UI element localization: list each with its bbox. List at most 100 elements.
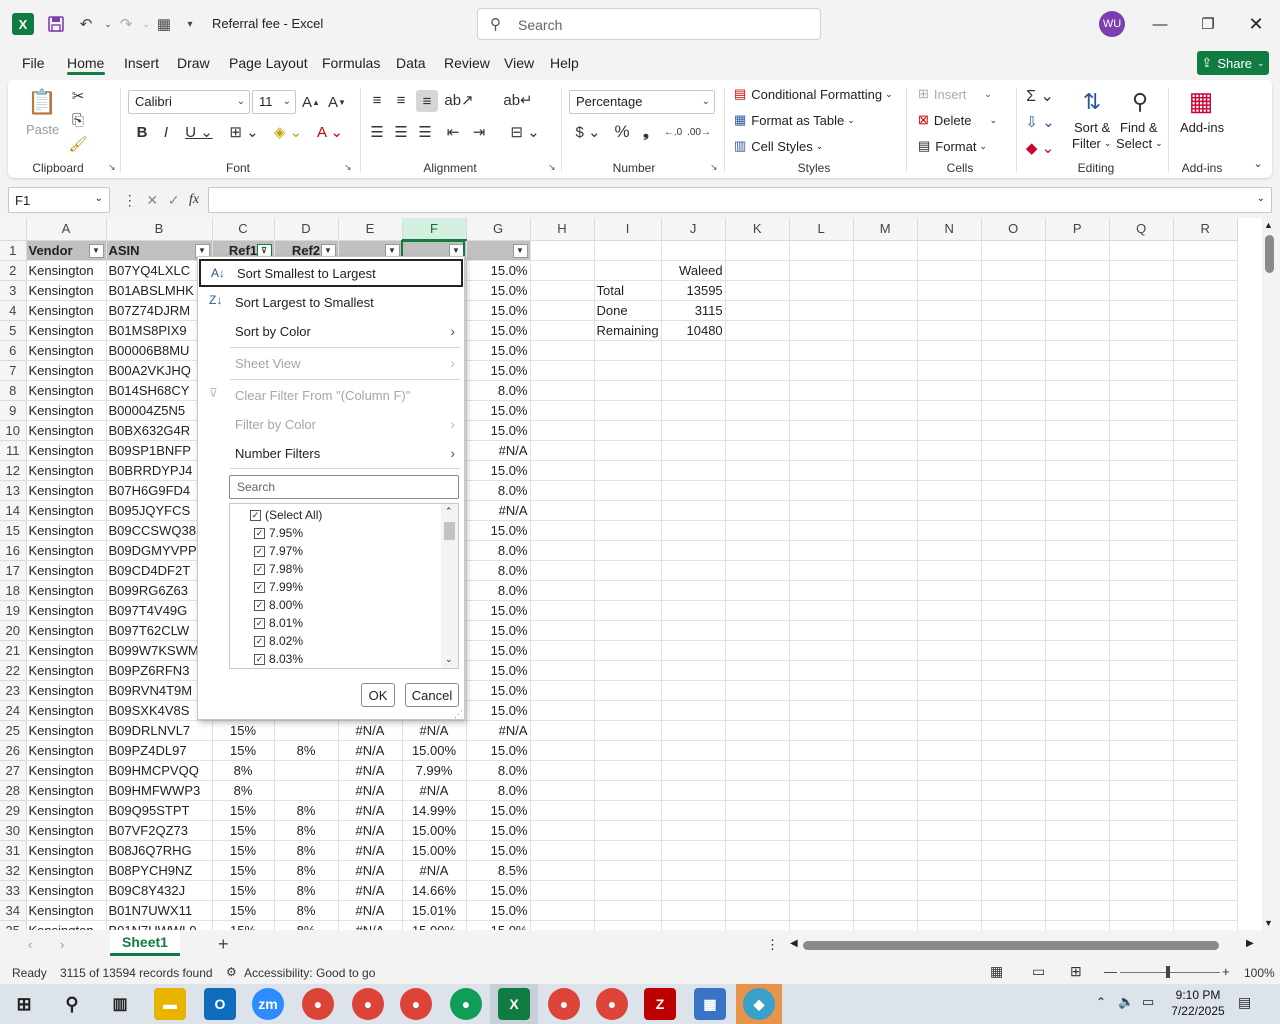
cell-q[interactable] [1109,480,1174,501]
cell-g[interactable]: 15.0% [466,320,531,341]
font-size-box[interactable]: 11 ⌄ [252,90,296,114]
cell-o[interactable] [981,600,1046,621]
font-color-icon[interactable]: A ⌄ [312,122,348,142]
cell-j[interactable] [661,620,726,641]
next-sheet-icon[interactable]: › [60,937,64,952]
cell-r[interactable] [1173,440,1238,461]
cell-c[interactable]: 8% [212,780,275,801]
cell-a[interactable]: Kensington [26,260,107,281]
cell-p[interactable] [1045,860,1110,881]
add-sheet-button[interactable]: + [218,934,229,955]
cell-h[interactable] [530,380,595,401]
cell-q[interactable] [1109,280,1174,301]
cell-i[interactable] [594,580,662,601]
cell-n[interactable] [917,920,982,930]
collapse-ribbon-icon[interactable]: ⌄ [1250,156,1266,170]
cell[interactable] [661,240,726,261]
cell-i[interactable] [594,380,662,401]
cell-j[interactable] [661,900,726,921]
cell-d[interactable] [274,720,339,741]
cell-h[interactable] [530,500,595,521]
cell-k[interactable] [725,720,790,741]
cell-a[interactable]: Kensington [26,820,107,841]
cell-h[interactable] [530,840,595,861]
cell-k[interactable] [725,440,790,461]
sheet-view-item[interactable]: Sheet View › [199,349,463,377]
cell-h[interactable] [530,320,595,341]
column-header-f[interactable]: F [402,218,467,241]
cell-m[interactable] [853,320,918,341]
row-header[interactable]: 8 [0,380,27,401]
cell-r[interactable] [1173,860,1238,881]
column-header-m[interactable]: M [853,218,918,241]
cell-c[interactable]: 15% [212,720,275,741]
chrome-icon[interactable]: ● [352,988,384,1020]
cell-l[interactable] [789,720,854,741]
cell-j[interactable] [661,460,726,481]
cell-j[interactable] [661,340,726,361]
cell-a[interactable]: Kensington [26,460,107,481]
column-header-k[interactable]: K [725,218,790,241]
cell-h[interactable] [530,600,595,621]
cell-h[interactable] [530,300,595,321]
calculator-app-icon[interactable]: ▦ [694,988,726,1020]
cell-b[interactable]: B07VF2QZ73 [106,820,213,841]
calculator-icon[interactable]: ▦ [152,12,176,36]
tab-view[interactable]: View [504,55,534,71]
cell-j[interactable] [661,660,726,681]
decrease-indent-icon[interactable]: ⇤ [444,122,462,142]
cell-m[interactable] [853,360,918,381]
cell-i[interactable] [594,700,662,721]
cell-a[interactable]: Kensington [26,340,107,361]
cell-e[interactable]: #N/A [338,800,403,821]
cell-c[interactable]: 15% [212,900,275,921]
tab-draw[interactable]: Draw [177,55,210,71]
number-format-box[interactable]: Percentage ⌄ [569,90,715,114]
cell-j[interactable] [661,520,726,541]
cell-j[interactable] [661,720,726,741]
cell-d[interactable]: 8% [274,860,339,881]
cell[interactable] [981,240,1046,261]
cell-n[interactable] [917,480,982,501]
cancel-button[interactable]: Cancel [405,683,459,707]
cell-k[interactable] [725,840,790,861]
column-header-h[interactable]: H [530,218,595,241]
increase-font-icon[interactable]: A ▲ [302,92,320,112]
row-header[interactable]: 29 [0,800,27,821]
row-header[interactable]: 26 [0,740,27,761]
cell[interactable] [853,240,918,261]
cell-j[interactable] [661,920,726,930]
previous-sheet-icon[interactable]: ‹ [28,937,32,952]
cell-h[interactable] [530,740,595,761]
borders-icon[interactable]: ⊞ ⌄ [226,122,262,142]
cell-b[interactable]: B01N7UWX11 [106,900,213,921]
app-icon[interactable]: ◆ [743,988,775,1020]
filter-by-color-item[interactable]: Filter by Color › [199,410,463,438]
cell-b[interactable]: B09HMCPVQQ [106,760,213,781]
cell-r[interactable] [1173,660,1238,681]
avatar[interactable]: WU [1099,11,1125,37]
cell-r[interactable] [1173,460,1238,481]
cell-a[interactable]: Kensington [26,440,107,461]
cell-k[interactable] [725,820,790,841]
cell-l[interactable] [789,860,854,881]
cell-l[interactable] [789,560,854,581]
row-header[interactable]: 30 [0,820,27,841]
zoom-out-icon[interactable]: — [1104,964,1117,979]
row-header[interactable]: 18 [0,580,27,601]
cell-j[interactable] [661,700,726,721]
search-icon[interactable]: ⚲ [56,988,88,1020]
volume-icon[interactable]: 🔈 [1118,994,1134,1010]
cell-g[interactable]: 15.0% [466,840,531,861]
cell-j[interactable]: Waleed [661,260,726,281]
chevron-up-icon[interactable]: ⌃ [445,506,453,517]
cell-p[interactable] [1045,640,1110,661]
cell-o[interactable] [981,760,1046,781]
filter-dropdown-icon[interactable]: ▼ [512,243,528,258]
accessibility-icon[interactable]: ⚙ [226,965,237,979]
cell-k[interactable] [725,260,790,281]
vertical-scrollbar[interactable] [1262,218,1280,930]
cell-r[interactable] [1173,560,1238,581]
filter-value-item[interactable]: ✓ (Select All) [250,506,322,524]
cell-m[interactable] [853,660,918,681]
